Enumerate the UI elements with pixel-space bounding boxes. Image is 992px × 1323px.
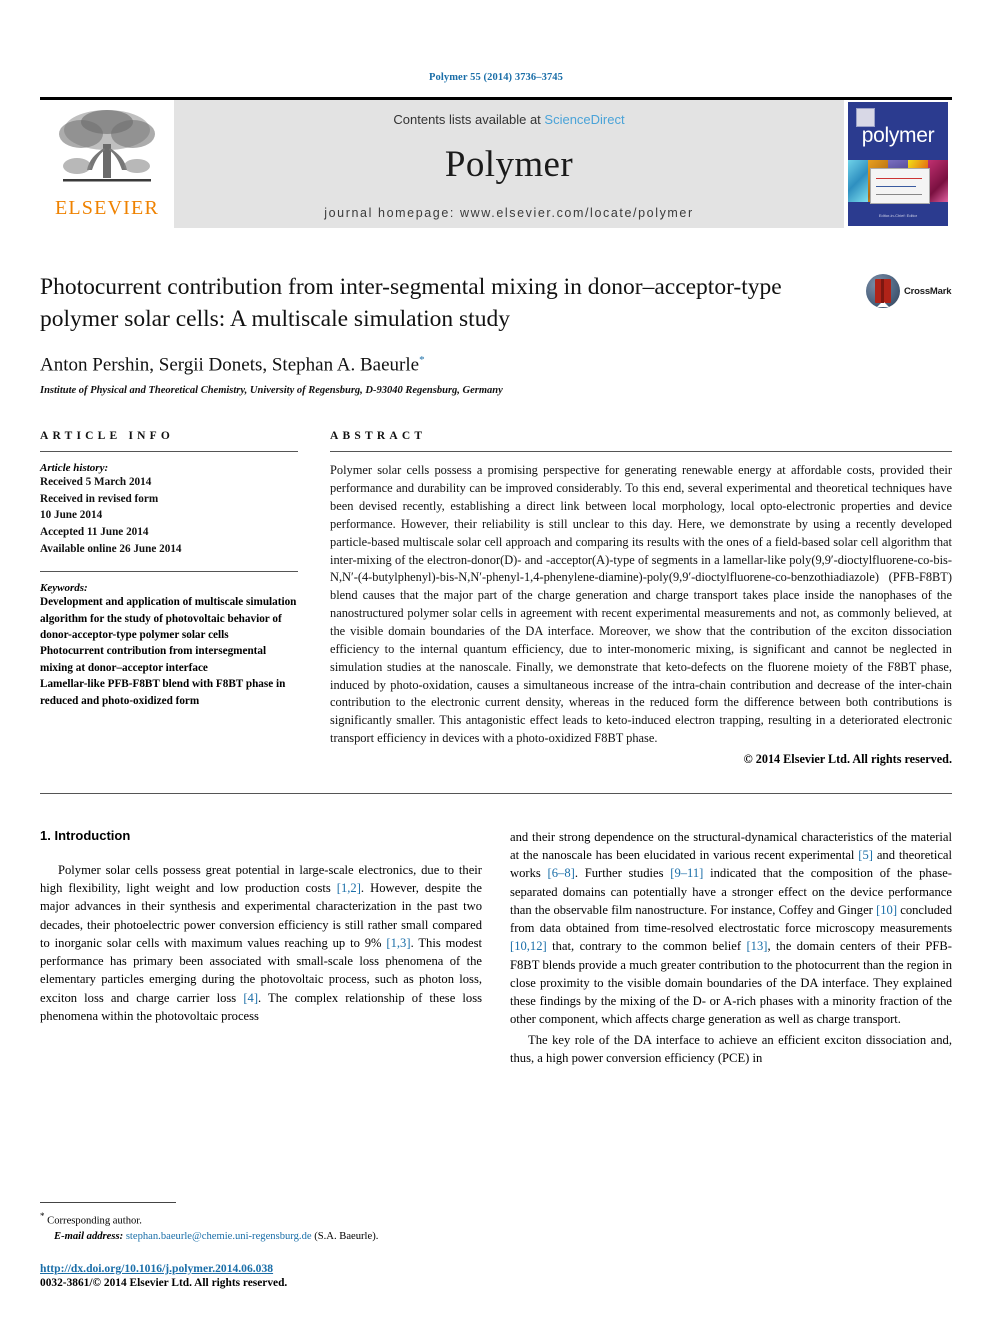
keyword-list: Development and application of multiscal… — [40, 594, 298, 709]
corresponding-author-text: Corresponding author. — [47, 1215, 142, 1227]
cover-inset-chart — [870, 168, 930, 204]
history-item: Accepted 11 June 2014 — [40, 525, 149, 538]
introduction-heading: 1. Introduction — [40, 827, 131, 843]
paragraph: Polymer solar cells possess great potent… — [40, 861, 482, 1025]
contents-available-line: Contents lists available at ScienceDirec… — [393, 112, 624, 127]
page-title: Photocurrent contribution from inter-seg… — [40, 274, 782, 332]
title-block: CrossMark Photocurrent contribution from… — [40, 272, 952, 396]
email-owner: (S.A. Baeurle). — [314, 1230, 379, 1242]
masthead-center: Contents lists available at ScienceDirec… — [174, 100, 844, 228]
text-run: . Further studies — [574, 866, 671, 881]
keywords-label: Keywords: — [40, 582, 88, 595]
abstract-column: ABSTRACT Polymer solar cells possess a p… — [330, 430, 952, 767]
elsevier-logo: ELSEVIER — [40, 100, 174, 228]
body-columns: 1. Introduction Polymer solar cells poss… — [40, 828, 952, 1069]
keywords-block: Keywords: Development and application of… — [40, 582, 298, 709]
issn-copyright-line: 0032-3861/© 2014 Elsevier Ltd. All right… — [40, 1277, 288, 1289]
citation-ref[interactable]: [10] — [876, 903, 897, 917]
section-divider — [40, 792, 952, 794]
paragraph: The key role of the DA interface to achi… — [510, 1032, 952, 1065]
abstract-text: Polymer solar cells possess a promising … — [330, 463, 952, 746]
citation-ref[interactable]: [1,2] — [337, 881, 361, 895]
crossmark-label: CrossMark — [904, 285, 952, 297]
article-history-label: Article history: — [40, 462, 109, 475]
corresponding-author-note: * Corresponding author. — [40, 1210, 476, 1229]
author-names: Anton Pershin, Sergii Donets, Stephan A.… — [40, 354, 420, 376]
citation-ref[interactable]: [13] — [746, 939, 767, 953]
keyword-item: Photocurrent contribution from intersegm… — [40, 645, 267, 674]
keyword-item: Development and application of multiscal… — [40, 596, 297, 642]
keyword-item: Lamellar-like PFB-F8BT blend with F8BT p… — [40, 678, 286, 707]
citation-ref[interactable]: [1,3] — [386, 936, 410, 950]
history-item: Received in revised form — [40, 492, 159, 505]
contents-prefix: Contents lists available at — [393, 112, 545, 127]
email-label: E-mail address: — [54, 1230, 124, 1242]
author-list: Anton Pershin, Sergii Donets, Stephan A.… — [40, 354, 952, 376]
journal-homepage-link[interactable]: journal homepage: www.elsevier.com/locat… — [324, 206, 694, 220]
citation-ref[interactable]: [9–11] — [670, 866, 703, 880]
asterisk-icon: * — [40, 1210, 45, 1221]
elsevier-tree-icon — [59, 110, 155, 182]
email-link[interactable]: stephan.baeurle@chemie.uni-regensburg.de — [126, 1231, 312, 1242]
history-item: Available online 26 June 2014 — [40, 542, 182, 555]
footnote-block: * Corresponding author. E-mail address: … — [40, 1201, 476, 1289]
citation-ref[interactable]: [5] — [858, 848, 873, 862]
abstract-heading: ABSTRACT — [330, 430, 427, 443]
sciencedirect-link[interactable]: ScienceDirect — [544, 112, 624, 127]
journal-title: Polymer — [444, 144, 574, 185]
article-history-list: Received 5 March 2014 Received in revise… — [40, 474, 298, 557]
history-item: 10 June 2014 — [40, 509, 103, 522]
cover-footer-text: Editor-in-Chief: Editor — [878, 213, 918, 218]
journal-cover-image: polymer Editor-in-Chief: Editor — [848, 102, 948, 226]
divider — [40, 451, 298, 453]
journal-masthead: ELSEVIER Contents lists available at Sci… — [40, 97, 952, 228]
elsevier-wordmark: ELSEVIER — [54, 197, 160, 219]
paper-page: Polymer 55 (2014) 3736–3745 ELSEVIER Con… — [0, 0, 992, 1323]
body-column-right: and their strong dependence on the struc… — [510, 828, 952, 1069]
paragraph: and their strong dependence on the struc… — [510, 828, 952, 1029]
body-column-left: 1. Introduction Polymer solar cells poss… — [40, 828, 482, 1069]
footnote-divider — [40, 1201, 176, 1203]
article-info-heading: ARTICLE INFO — [40, 430, 175, 443]
divider — [330, 451, 952, 453]
doi-link[interactable]: http://dx.doi.org/10.1016/j.polymer.2014… — [40, 1262, 476, 1275]
citation-ref[interactable]: [10,12] — [510, 939, 547, 953]
running-head: Polymer 55 (2014) 3736–3745 — [428, 72, 564, 83]
divider — [40, 571, 298, 573]
article-history-block: Article history: Received 5 March 2014 R… — [40, 462, 298, 557]
article-info-column: ARTICLE INFO Article history: Received 5… — [40, 430, 298, 767]
affiliation: Institute of Physical and Theoretical Ch… — [40, 385, 503, 397]
info-abstract-section: ARTICLE INFO Article history: Received 5… — [40, 430, 952, 767]
email-note: E-mail address: stephan.baeurle@chemie.u… — [40, 1229, 476, 1244]
history-item: Received 5 March 2014 — [40, 476, 152, 489]
citation-ref[interactable]: [6–8] — [548, 866, 575, 880]
corresponding-author-marker[interactable]: * — [419, 354, 425, 366]
crossmark-icon — [866, 274, 900, 308]
journal-cover-container: polymer Editor-in-Chief: Editor — [844, 100, 952, 228]
text-run: that, contrary to the common belief — [546, 939, 747, 954]
doi-block: http://dx.doi.org/10.1016/j.polymer.2014… — [40, 1262, 476, 1289]
citation-ref[interactable]: [4] — [243, 991, 258, 1005]
cover-journal-title: polymer — [861, 124, 935, 147]
abstract-copyright: © 2014 Elsevier Ltd. All rights reserved… — [743, 751, 952, 766]
crossmark-badge[interactable]: CrossMark — [866, 274, 952, 308]
